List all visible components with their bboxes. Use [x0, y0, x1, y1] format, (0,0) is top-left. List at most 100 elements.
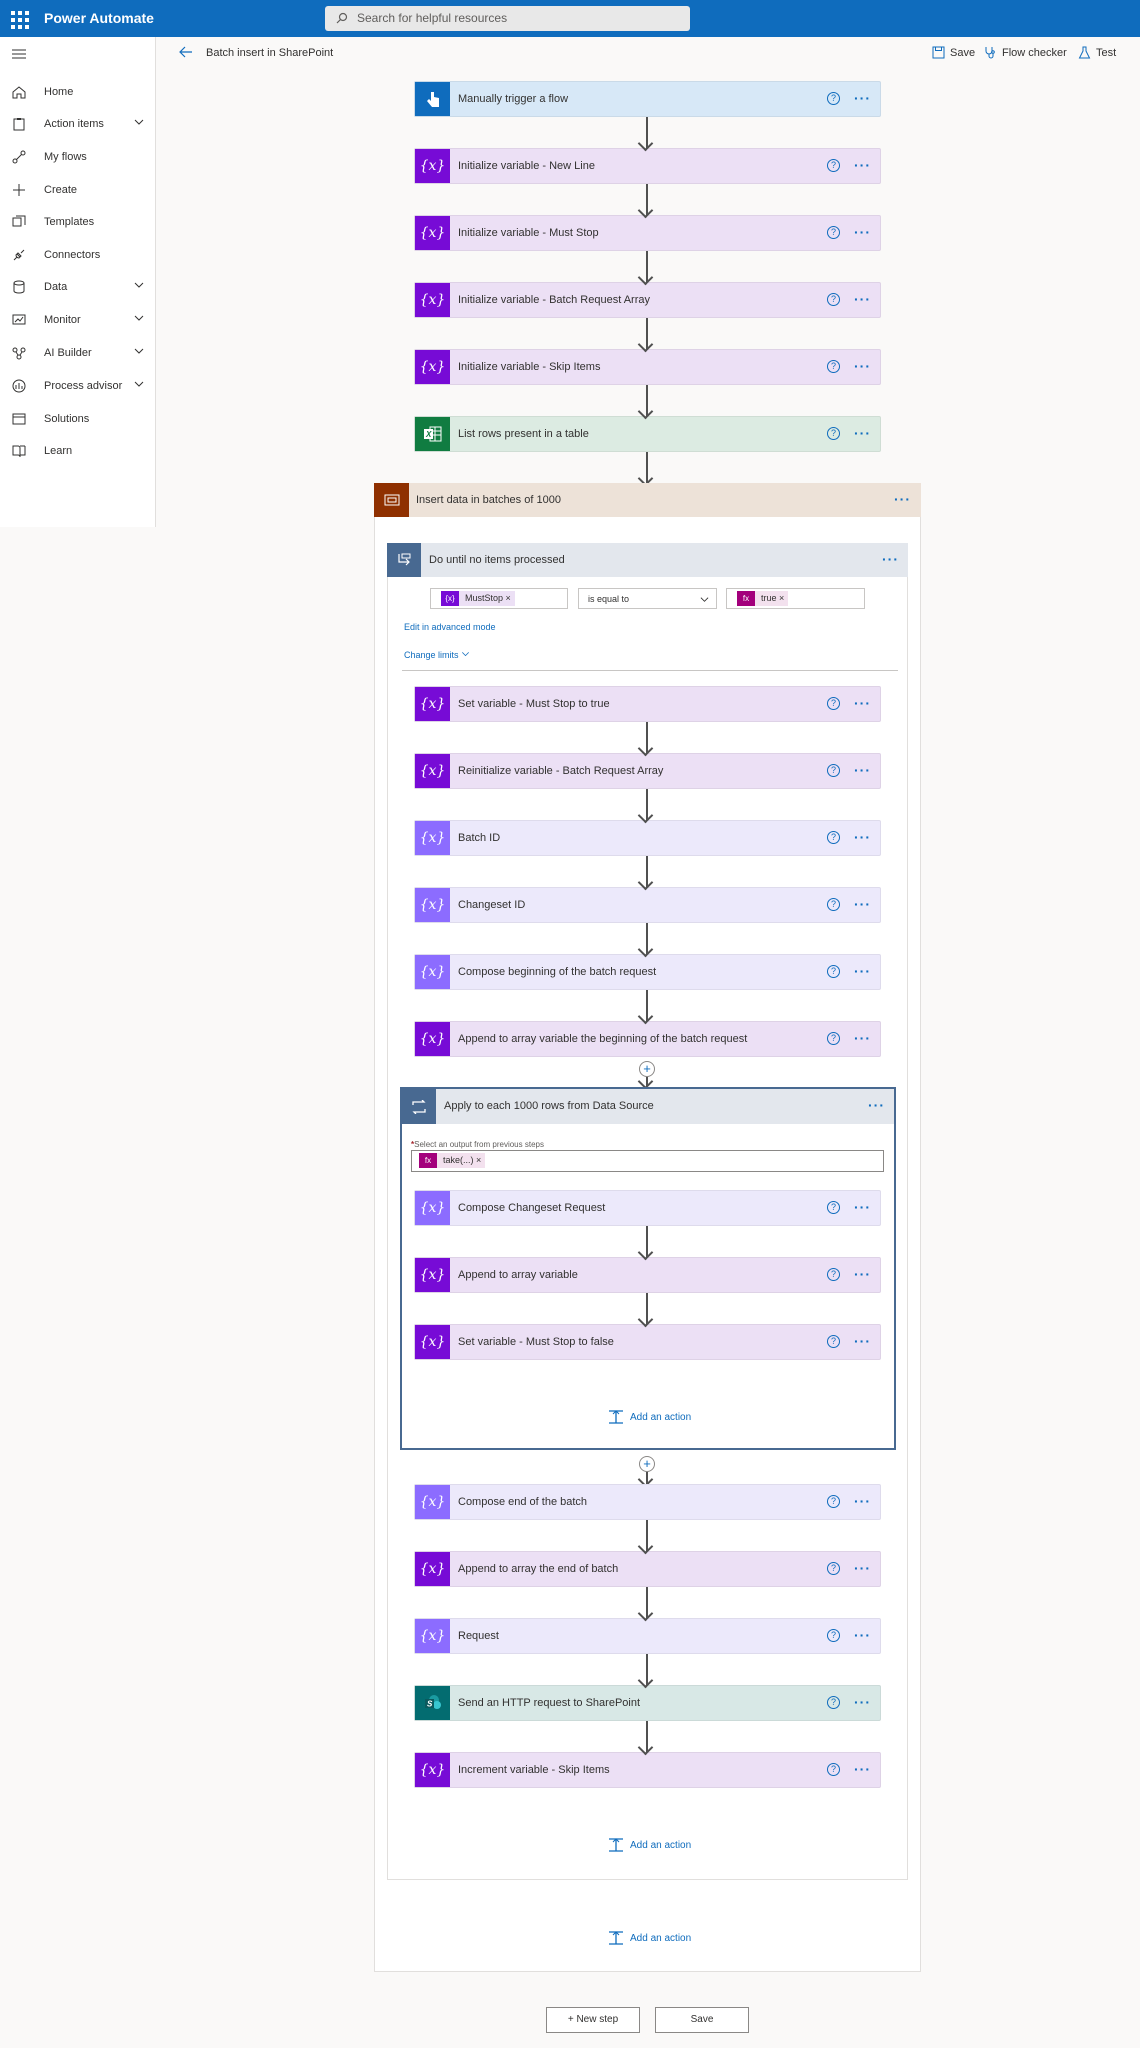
help-icon[interactable]: ? [827, 764, 840, 777]
help-icon[interactable]: ? [827, 92, 840, 105]
variable-glyph: {x} [419, 158, 446, 174]
step-title: Initialize variable - Must Stop [458, 227, 599, 239]
token-label: MustStop [465, 593, 504, 603]
step-card[interactable]: {x} Set variable - Must Stop to true? ··· [414, 686, 881, 722]
variable-glyph: {x} [419, 1628, 446, 1644]
variable-glyph: {x} [419, 964, 446, 980]
condition-right-field[interactable]: fx true × [726, 588, 865, 609]
connector-arrow [646, 1293, 648, 1324]
save-button[interactable]: Save [655, 2007, 749, 2033]
help-icon[interactable]: ? [827, 159, 840, 172]
variable-icon: {x} [415, 149, 450, 183]
more-options-icon[interactable]: ··· [854, 762, 871, 778]
help-icon[interactable]: ? [827, 360, 840, 373]
connector-arrow [646, 1077, 648, 1086]
operator-label: is equal to [588, 594, 630, 604]
scope-icon [374, 483, 409, 517]
step-card[interactable]: {x} Initialize variable - Must Stop? ··· [414, 215, 881, 251]
select-output-label: *Select an output from previous steps [411, 1140, 544, 1149]
help-icon[interactable]: ? [827, 1763, 840, 1776]
more-options-icon[interactable]: ··· [854, 291, 871, 307]
more-options-icon[interactable]: ··· [894, 491, 911, 507]
help-icon[interactable]: ? [827, 1032, 840, 1045]
token-muststop[interactable]: {x} MustStop × [441, 591, 515, 606]
token-take[interactable]: fx take(...) × [419, 1153, 486, 1168]
more-options-icon[interactable]: ··· [882, 551, 899, 567]
more-options-icon[interactable]: ··· [868, 1097, 885, 1113]
help-icon[interactable]: ? [827, 1629, 840, 1642]
more-options-icon[interactable]: ··· [854, 224, 871, 240]
step-title: Initialize variable - Skip Items [458, 361, 601, 373]
more-options-icon[interactable]: ··· [854, 829, 871, 845]
more-options-icon[interactable]: ··· [854, 90, 871, 106]
change-limits-link[interactable]: Change limits [404, 650, 470, 660]
connector-arrow [646, 1226, 648, 1257]
step-card[interactable]: S Send an HTTP request to SharePoint? ··· [414, 1685, 881, 1721]
add-action-label: Add an action [630, 1412, 692, 1423]
step-card[interactable]: {x} Changeset ID? ··· [414, 887, 881, 923]
more-options-icon[interactable]: ··· [854, 1761, 871, 1777]
step-card[interactable]: {x} Request? ··· [414, 1618, 881, 1654]
hand-tap-icon [415, 82, 450, 116]
step-title: Initialize variable - Batch Request Arra… [458, 294, 650, 306]
step-card[interactable]: Manually trigger a flow? ··· [414, 81, 881, 117]
step-card[interactable]: {x} Initialize variable - Skip Items? ··· [414, 349, 881, 385]
help-icon[interactable]: ? [827, 697, 840, 710]
help-icon[interactable]: ? [827, 1696, 840, 1709]
sharepoint-icon: S [415, 1686, 450, 1720]
step-card[interactable]: {x} Set variable - Must Stop to false? ··· [414, 1324, 881, 1360]
step-card[interactable]: {x} Append to array the end of batch? ··· [414, 1551, 881, 1587]
help-icon[interactable]: ? [827, 1495, 840, 1508]
help-icon[interactable]: ? [827, 226, 840, 239]
more-options-icon[interactable]: ··· [854, 1627, 871, 1643]
step-title: Compose beginning of the batch request [458, 966, 657, 978]
edit-advanced-mode-link[interactable]: Edit in advanced mode [404, 622, 496, 632]
help-icon[interactable]: ? [827, 1201, 840, 1214]
help-icon[interactable]: ? [827, 1562, 840, 1575]
more-options-icon[interactable]: ··· [854, 1560, 871, 1576]
chevron-down-icon [700, 597, 709, 602]
help-icon[interactable]: ? [827, 1268, 840, 1281]
step-card[interactable]: {x} Compose beginning of the batch reques… [414, 954, 881, 990]
do-until-header[interactable]: Do until no items processed ··· [387, 543, 908, 577]
more-options-icon[interactable]: ··· [854, 425, 871, 441]
more-options-icon[interactable]: ··· [854, 896, 871, 912]
more-options-icon[interactable]: ··· [854, 1333, 871, 1349]
step-card[interactable]: {x} Compose end of the batch? ··· [414, 1484, 881, 1520]
more-options-icon[interactable]: ··· [854, 1030, 871, 1046]
help-icon[interactable]: ? [827, 1335, 840, 1348]
step-card[interactable]: {x} Initialize variable - Batch Request A… [414, 282, 881, 318]
step-card[interactable]: {x} Append to array variable the beginnin… [414, 1021, 881, 1057]
select-output-field[interactable]: fx take(...) × [411, 1150, 884, 1172]
scope-header[interactable]: Insert data in batches of 1000 ··· [374, 483, 921, 517]
help-icon[interactable]: ? [827, 898, 840, 911]
step-card[interactable]: {x} Initialize variable - New Line? ··· [414, 148, 881, 184]
step-card[interactable]: {x} Compose Changeset Request? ··· [414, 1190, 881, 1226]
help-icon[interactable]: ? [827, 427, 840, 440]
new-step-button[interactable]: + New step [546, 2007, 640, 2033]
more-options-icon[interactable]: ··· [854, 1199, 871, 1215]
help-icon[interactable]: ? [827, 965, 840, 978]
more-options-icon[interactable]: ··· [854, 1493, 871, 1509]
more-options-icon[interactable]: ··· [854, 1694, 871, 1710]
more-options-icon[interactable]: ··· [854, 358, 871, 374]
variable-glyph: {x} [419, 1267, 446, 1283]
help-icon[interactable]: ? [827, 293, 840, 306]
step-card[interactable]: {x} Append to array variable? ··· [414, 1257, 881, 1293]
step-card[interactable]: {x} Increment variable - Skip Items? ··· [414, 1752, 881, 1788]
more-options-icon[interactable]: ··· [854, 157, 871, 173]
step-card[interactable]: {x} Reinitialize variable - Batch Request… [414, 753, 881, 789]
insert-step-plus-icon[interactable]: + [639, 1456, 655, 1472]
more-options-icon[interactable]: ··· [854, 695, 871, 711]
more-options-icon[interactable]: ··· [854, 963, 871, 979]
token-true[interactable]: fx true × [737, 591, 789, 606]
condition-left-field[interactable]: {x} MustStop × [430, 588, 568, 609]
step-card[interactable]: X List rows present in a table? ··· [414, 416, 881, 452]
apply-to-each-header[interactable]: Apply to each 1000 rows from Data Source… [402, 1089, 894, 1124]
more-options-icon[interactable]: ··· [854, 1266, 871, 1282]
step-card[interactable]: {x} Batch ID? ··· [414, 820, 881, 856]
condition-operator-select[interactable]: is equal to [578, 588, 717, 609]
connector-arrow [646, 722, 648, 753]
connector-arrow [646, 1721, 648, 1752]
help-icon[interactable]: ? [827, 831, 840, 844]
